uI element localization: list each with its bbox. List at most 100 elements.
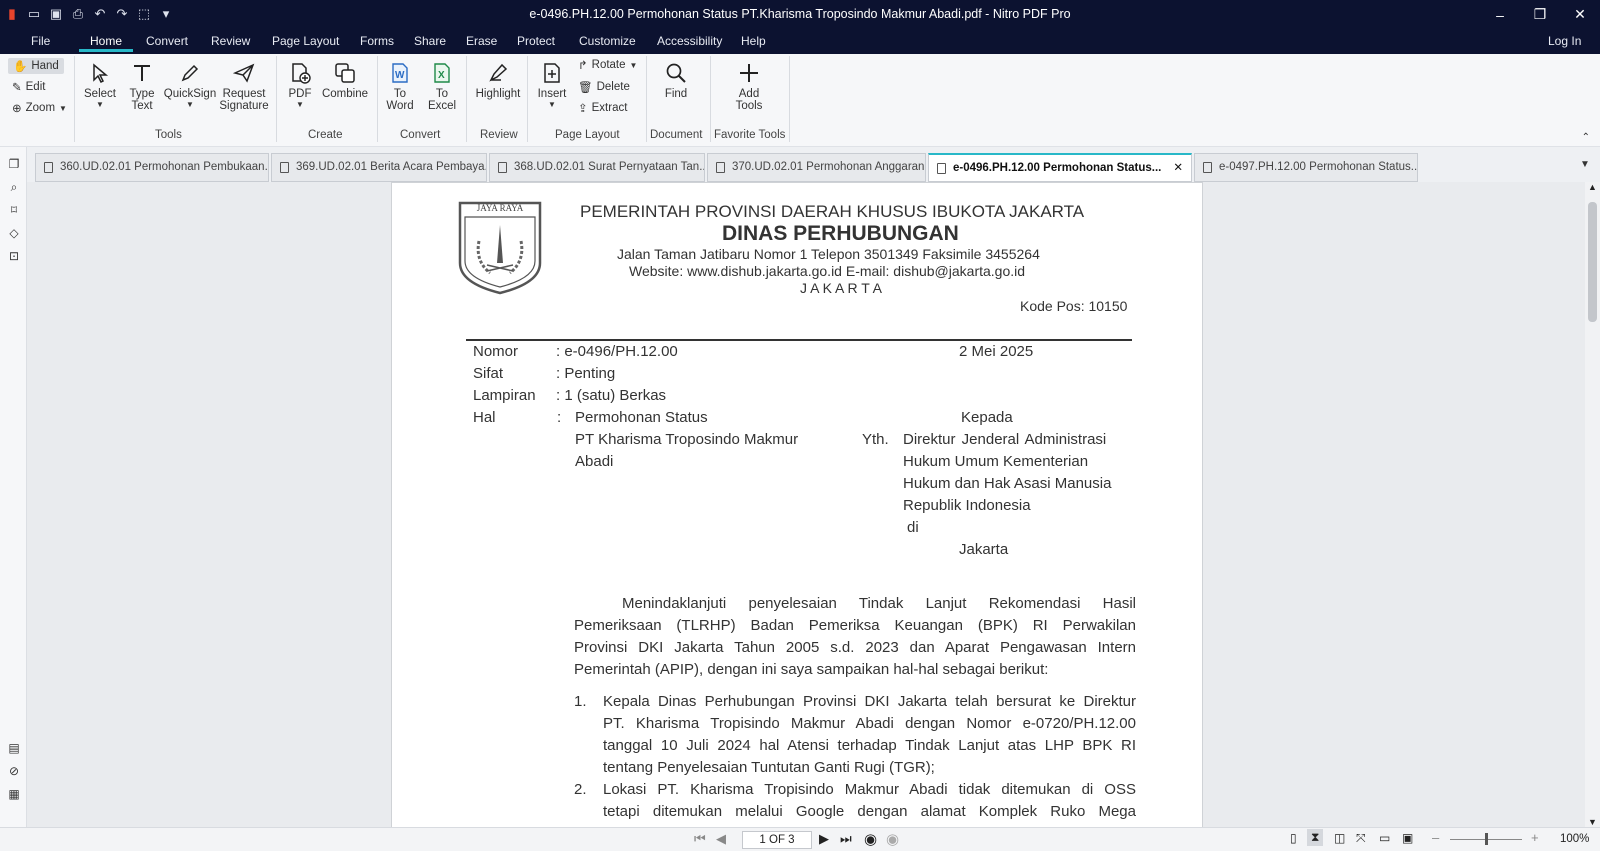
edit-tool-button[interactable]: ✎ Edit (12, 80, 45, 94)
rotate-icon: ↱ (578, 60, 588, 72)
zoom-tool-button[interactable]: ⊕ Zoom ▼ (12, 101, 67, 115)
zoom-out-icon[interactable]: – (1432, 830, 1439, 845)
menu-accessibility[interactable]: Accessibility (657, 34, 722, 48)
minimize-icon[interactable]: – (1480, 0, 1520, 29)
quicksign-button[interactable]: QuickSign ▼ (164, 60, 216, 109)
first-page-icon[interactable]: ⏮ (694, 831, 706, 847)
chevron-down-icon: ▼ (548, 100, 556, 109)
chevron-down-icon: ▼ (296, 100, 304, 109)
document-viewer[interactable]: JAYA RAYA PEMERINTAH PROVINSI DAERAH KHU… (27, 182, 1585, 827)
add-tools-button[interactable]: Add Tools (732, 60, 766, 112)
close-tab-icon[interactable]: ✕ (1173, 155, 1183, 181)
combine-button[interactable]: Combine (322, 60, 368, 100)
menu-share[interactable]: Share (414, 34, 446, 48)
request-signature-button[interactable]: Request Signature (216, 60, 272, 112)
menu-forms[interactable]: Forms (360, 34, 394, 48)
previous-view-icon[interactable]: ◉ (864, 830, 877, 848)
fields-icon[interactable]: ▦ (6, 787, 22, 803)
menu-protect[interactable]: Protect (517, 34, 555, 48)
divider (789, 56, 790, 142)
hal-label: Hal (473, 409, 496, 426)
combine-label: Combine (321, 88, 369, 100)
two-page-view-icon[interactable]: ◫ (1334, 831, 1345, 845)
rotate-button[interactable]: ↱ Rotate ▼ (578, 58, 637, 72)
menu-page-layout[interactable]: Page Layout (272, 34, 339, 48)
to-excel-button[interactable]: X To Excel (426, 60, 458, 112)
file-icon (498, 162, 507, 173)
tag-icon[interactable]: ◇ (6, 226, 22, 242)
bookmark-icon[interactable]: ⌑ (6, 203, 22, 219)
nomor-value: : e-0496/PH.12.00 (556, 343, 678, 360)
request-label-2: Signature (219, 100, 269, 112)
zoom-level[interactable]: 100% (1560, 833, 1589, 845)
body-paragraph-line: Pemerintah (APIP), dengan ini saya sampa… (574, 661, 1049, 678)
text-icon (128, 60, 156, 86)
list-item-line: Lokasi PT. Kharisma Tropisindo Makmur Ab… (603, 781, 1136, 798)
menu-convert[interactable]: Convert (146, 34, 188, 48)
insert-button[interactable]: Insert ▼ (536, 60, 568, 109)
vertical-scrollbar[interactable]: ▲ ▼ (1585, 182, 1600, 827)
menu-erase[interactable]: Erase (466, 34, 497, 48)
sifat-value: : Penting (556, 365, 616, 382)
restore-icon[interactable]: ❐ (1520, 0, 1560, 29)
combine-icon (331, 60, 359, 86)
find-button[interactable]: Find (660, 60, 692, 100)
new-pdf-icon (286, 60, 314, 86)
quicksign-label: QuickSign (163, 88, 217, 100)
comments-icon[interactable]: ▤ (6, 741, 22, 757)
fit-view-icon[interactable]: ⤧ (1356, 831, 1366, 846)
tab-document[interactable]: 369.UD.02.01 Berita Acara Pembaya... (271, 153, 487, 182)
scroll-thumb[interactable] (1588, 202, 1597, 322)
to-word-button[interactable]: W To Word (384, 60, 416, 112)
cursor-icon (86, 60, 114, 86)
select-button[interactable]: Select ▼ (84, 60, 116, 109)
menu-home[interactable]: Home (90, 34, 122, 48)
hand-tool-button[interactable]: ✋ Hand (8, 58, 64, 74)
single-page-view-icon[interactable]: ▯ (1290, 831, 1297, 845)
zoom-in-icon[interactable]: + (1531, 830, 1539, 845)
page-layout-group-label: Page Layout (555, 129, 620, 141)
extract-button[interactable]: ⇪ Extract (578, 101, 627, 115)
next-page-icon[interactable]: ▶ (819, 831, 829, 847)
presentation-icon[interactable]: ▭ (1379, 831, 1390, 845)
body-paragraph-line: Menindaklanjuti penyelesaian Tindak Lanj… (622, 595, 1136, 612)
tab-document[interactable]: 360.UD.02.01 Permohonan Pembukaan... (35, 153, 269, 182)
menu-customize[interactable]: Customize (579, 34, 636, 48)
highlight-label: Highlight (475, 88, 521, 100)
last-page-icon[interactable]: ⏭ (840, 831, 852, 847)
tab-document[interactable]: e-0497.PH.12.00 Permohonan Status... (1194, 153, 1418, 182)
menu-file[interactable]: File (31, 34, 50, 48)
continuous-view-icon[interactable]: ⧗ (1307, 829, 1324, 846)
close-window-icon[interactable]: ✕ (1560, 0, 1600, 29)
tab-document-active[interactable]: e-0496.PH.12.00 Permohonan Status... ✕ (928, 153, 1192, 182)
type-text-button[interactable]: Type Text (126, 60, 158, 112)
login-link[interactable]: Log In (1548, 34, 1581, 48)
attachment-icon[interactable]: ⊘ (6, 764, 22, 780)
pdf-button[interactable]: PDF ▼ (284, 60, 316, 109)
divider (466, 56, 467, 142)
tab-list-chevron-icon[interactable]: ▼ (1580, 159, 1590, 170)
tab-document[interactable]: 368.UD.02.01 Surat Pernyataan Tan... (489, 153, 705, 182)
previous-page-icon[interactable]: ◀ (716, 831, 726, 847)
collapse-ribbon-icon[interactable]: ⌃ (1582, 132, 1590, 143)
monitor-icon[interactable]: ▣ (1402, 831, 1413, 845)
page-number-input[interactable]: 1 OF 3 (742, 831, 812, 849)
highlight-button[interactable]: Highlight (474, 60, 522, 100)
letterhead-city: J A K A R T A (800, 280, 882, 296)
tab-document[interactable]: 370.UD.02.01 Permohonan Anggaran (707, 153, 926, 182)
search-icon[interactable]: ⌕ (6, 180, 22, 196)
next-view-icon[interactable]: ◉ (886, 830, 899, 848)
zoom-slider-handle[interactable] (1485, 833, 1488, 845)
divider (74, 56, 75, 142)
kepada-label: Kepada (961, 409, 1013, 426)
extract-label: Extract (591, 102, 628, 114)
pages-icon[interactable]: ❐ (6, 157, 22, 173)
menu-help[interactable]: Help (741, 34, 766, 48)
delete-button[interactable]: 🗑 Delete (578, 80, 630, 94)
recipient-line-1: Direktur Jenderal Administrasi (903, 431, 1107, 448)
menu-review[interactable]: Review (211, 34, 250, 48)
tab-label: 360.UD.02.01 Permohonan Pembukaan... (60, 161, 269, 173)
lock-icon[interactable]: ⊡ (6, 249, 22, 265)
scroll-up-icon[interactable]: ▲ (1588, 182, 1597, 192)
scroll-down-icon[interactable]: ▼ (1588, 817, 1597, 827)
